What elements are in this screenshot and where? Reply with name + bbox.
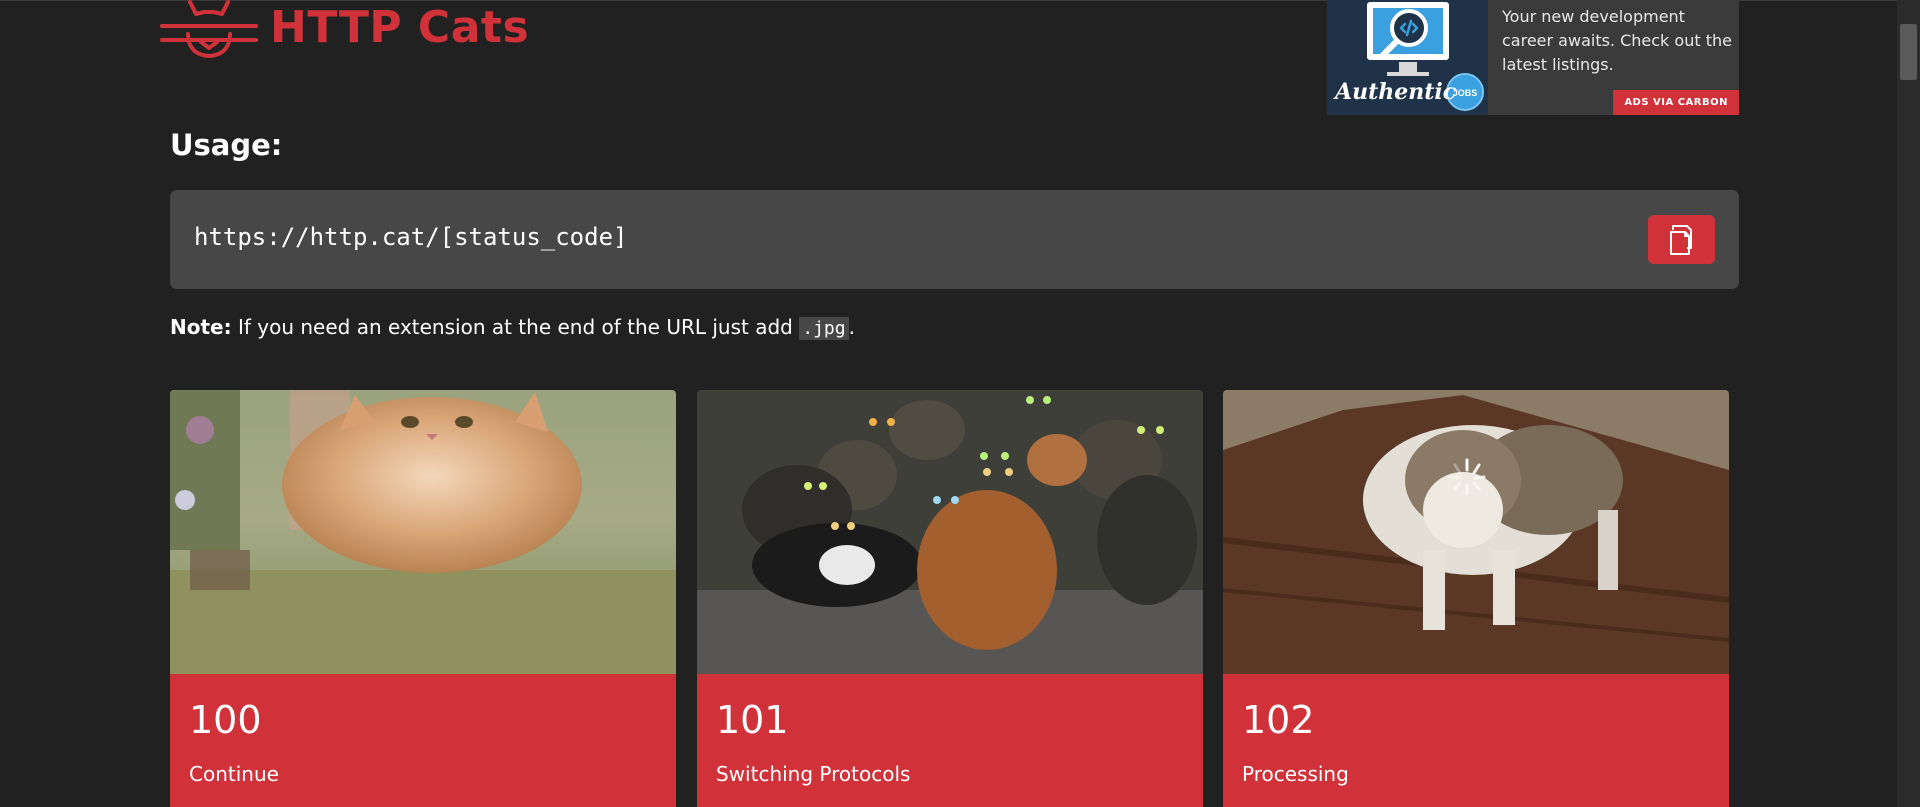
status-code: 101 bbox=[716, 698, 789, 742]
extension-note: Note: If you need an extension at the en… bbox=[170, 315, 855, 340]
scrollbar-thumb[interactable] bbox=[1900, 24, 1917, 80]
ad-text[interactable]: Your new development career awaits. Chec… bbox=[1502, 5, 1732, 77]
ad-image-wordmark: Authentic bbox=[1333, 79, 1457, 105]
job-monitor-icon: JOBS Authentic bbox=[1333, 2, 1484, 111]
status-title: Processing bbox=[1242, 762, 1349, 786]
site-title: HTTP Cats bbox=[270, 2, 530, 53]
site-logo[interactable]: HTTP Cats bbox=[160, 0, 529, 60]
card-body-102[interactable]: 102 Processing bbox=[1223, 674, 1729, 807]
ads-via-carbon-link[interactable]: ADS VIA CARBON bbox=[1613, 90, 1739, 115]
status-card-102[interactable]: 102 Processing bbox=[1223, 390, 1729, 807]
copy-icon bbox=[1669, 224, 1692, 255]
status-title: Switching Protocols bbox=[716, 762, 911, 786]
status-card-100[interactable]: 100 Continue bbox=[170, 390, 676, 807]
usage-url: https://http.cat/[status_code] bbox=[194, 223, 628, 251]
card-body-101[interactable]: 101 Switching Protocols bbox=[697, 674, 1203, 807]
cat-photo-102[interactable] bbox=[1223, 390, 1729, 674]
note-end: . bbox=[848, 315, 855, 339]
note-code: .jpg bbox=[799, 317, 849, 340]
status-code: 102 bbox=[1242, 698, 1315, 742]
status-title: Continue bbox=[189, 762, 279, 786]
card-body-100[interactable]: 100 Continue bbox=[170, 674, 676, 807]
status-card-101[interactable]: 101 Switching Protocols bbox=[697, 390, 1203, 807]
cat-photo-100[interactable] bbox=[170, 390, 676, 674]
note-text: If you need an extension at the end of t… bbox=[231, 315, 800, 339]
usage-heading: Usage: bbox=[170, 128, 283, 162]
cat-logo-icon bbox=[160, 0, 258, 58]
note-label: Note: bbox=[170, 315, 232, 339]
usage-url-box: https://http.cat/[status_code] bbox=[170, 190, 1739, 289]
ad-image[interactable]: JOBS Authentic bbox=[1327, 0, 1488, 115]
copy-button[interactable] bbox=[1648, 215, 1715, 264]
page-scrollbar[interactable] bbox=[1897, 0, 1920, 807]
ad-image-badge: JOBS bbox=[1453, 88, 1478, 98]
status-code: 100 bbox=[189, 698, 262, 742]
cat-photo-101[interactable] bbox=[697, 390, 1203, 674]
carbon-ad[interactable]: JOBS Authentic Your new development care… bbox=[1327, 0, 1739, 115]
